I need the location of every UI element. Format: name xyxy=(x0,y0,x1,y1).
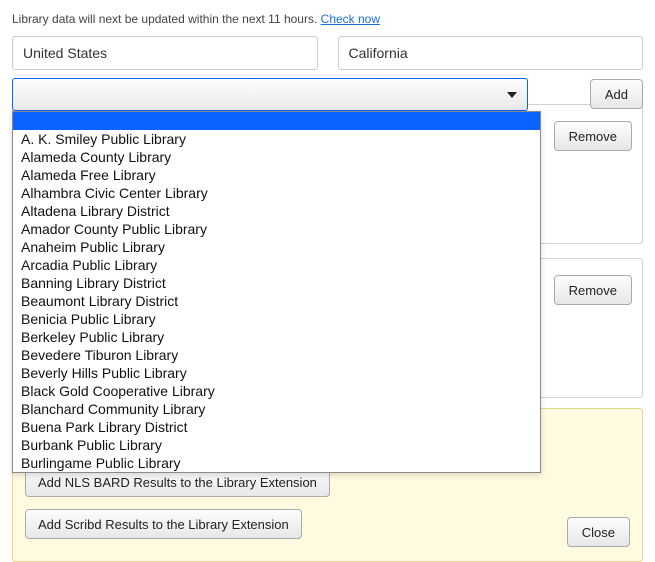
add-button[interactable]: Add xyxy=(590,79,643,109)
dropdown-item[interactable]: Black Gold Cooperative Library xyxy=(13,382,540,400)
library-select[interactable] xyxy=(12,78,528,111)
dropdown-item[interactable]: Altadena Library District xyxy=(13,202,540,220)
dropdown-item[interactable]: Alhambra Civic Center Library xyxy=(13,184,540,202)
dropdown-item[interactable]: Amador County Public Library xyxy=(13,220,540,238)
remove-button[interactable]: Remove xyxy=(554,275,632,305)
dropdown-item[interactable]: Beverly Hills Public Library xyxy=(13,364,540,382)
dropdown-item[interactable]: Burlingame Public Library xyxy=(13,454,540,472)
dropdown-item[interactable]: Alameda Free Library xyxy=(13,166,540,184)
status-hours: 11 xyxy=(268,12,280,26)
status-text: Library data will next be updated within… xyxy=(12,12,268,26)
dropdown-item[interactable]: Alameda County Library xyxy=(13,148,540,166)
dropdown-item[interactable]: Beaumont Library District xyxy=(13,292,540,310)
dropdown-item[interactable]: A. K. Smiley Public Library xyxy=(13,130,540,148)
dropdown-item[interactable]: Buena Park Library District xyxy=(13,418,540,436)
dropdown-item[interactable]: Banning Library District xyxy=(13,274,540,292)
dropdown-item[interactable]: Bevedere Tiburon Library xyxy=(13,346,540,364)
library-dropdown: A. K. Smiley Public LibraryAlameda Count… xyxy=(12,111,541,473)
add-scribd-button[interactable]: Add Scribd Results to the Library Extens… xyxy=(25,509,302,539)
status-text: hours. xyxy=(281,12,318,26)
dropdown-item[interactable]: Anaheim Public Library xyxy=(13,238,540,256)
update-status: Library data will next be updated within… xyxy=(12,12,643,26)
dropdown-item[interactable]: Blanchard Community Library xyxy=(13,400,540,418)
close-button[interactable]: Close xyxy=(567,517,630,547)
dropdown-item[interactable]: Arcadia Public Library xyxy=(13,256,540,274)
dropdown-item[interactable] xyxy=(13,112,540,130)
dropdown-list[interactable]: A. K. Smiley Public LibraryAlameda Count… xyxy=(13,112,540,472)
dropdown-item[interactable]: Burbank Public Library xyxy=(13,436,540,454)
region-input[interactable] xyxy=(338,36,644,70)
dropdown-item[interactable]: Benicia Public Library xyxy=(13,310,540,328)
country-input[interactable] xyxy=(12,36,318,70)
chevron-down-icon xyxy=(507,92,517,98)
dropdown-item[interactable]: Berkeley Public Library xyxy=(13,328,540,346)
check-now-link[interactable]: Check now xyxy=(321,12,380,26)
remove-button[interactable]: Remove xyxy=(554,121,632,151)
